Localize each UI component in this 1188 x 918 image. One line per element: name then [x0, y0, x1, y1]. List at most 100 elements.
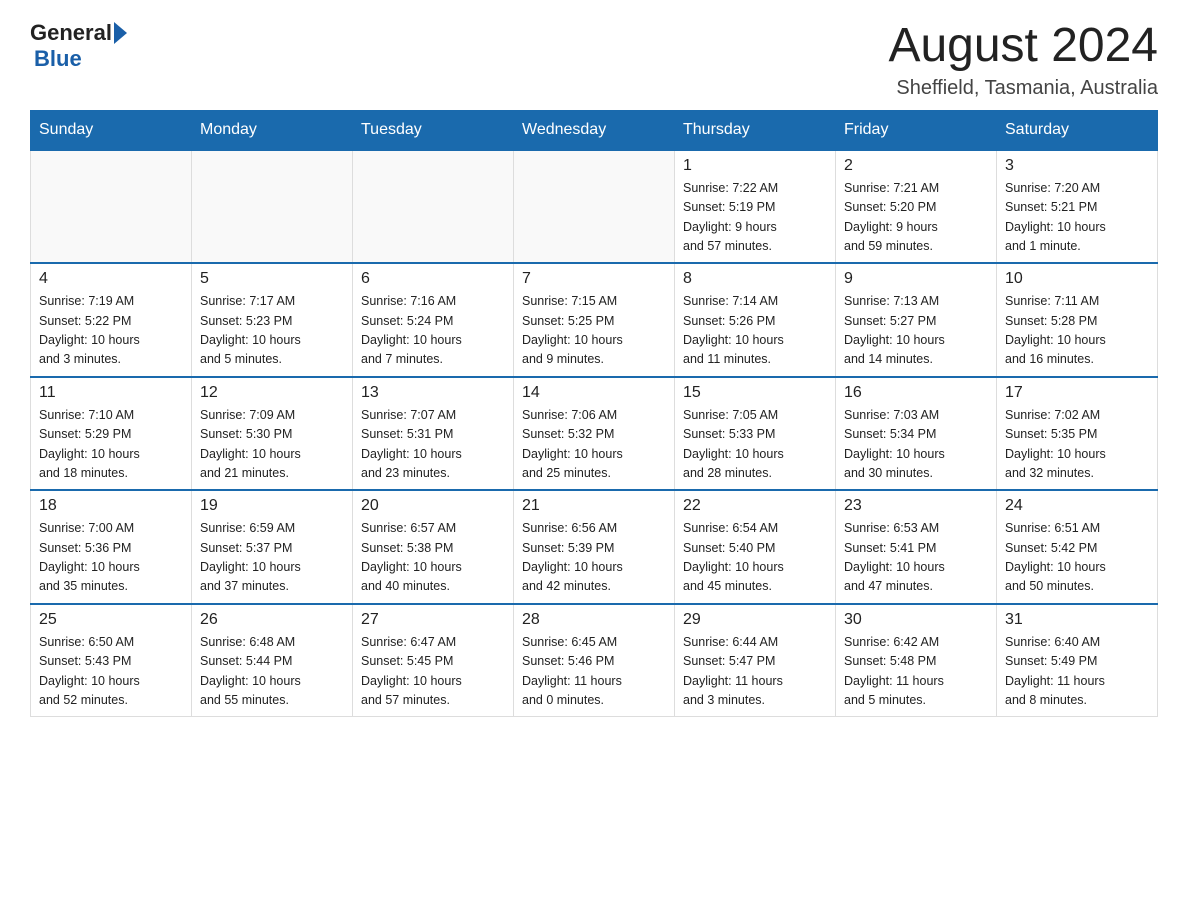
day-number: 23	[844, 497, 988, 515]
day-number: 19	[200, 497, 344, 515]
day-info: Sunrise: 7:07 AM Sunset: 5:31 PM Dayligh…	[361, 406, 505, 484]
day-info: Sunrise: 7:09 AM Sunset: 5:30 PM Dayligh…	[200, 406, 344, 484]
calendar-week-2: 4 Sunrise: 7:19 AM Sunset: 5:22 PM Daylig…	[31, 263, 1158, 377]
day-info: Sunrise: 6:57 AM Sunset: 5:38 PM Dayligh…	[361, 519, 505, 597]
calendar-cell: 25 Sunrise: 6:50 AM Sunset: 5:43 PM Dayli…	[31, 604, 192, 717]
month-year-title: August 2024	[888, 20, 1158, 73]
day-info: Sunrise: 7:22 AM Sunset: 5:19 PM Dayligh…	[683, 179, 827, 257]
day-number: 28	[522, 611, 666, 629]
day-info: Sunrise: 6:56 AM Sunset: 5:39 PM Dayligh…	[522, 519, 666, 597]
calendar-cell: 11Sunrise: 7:10 AM Sunset: 5:29 PM Dayli…	[31, 377, 192, 491]
day-info: Sunrise: 7:19 AM Sunset: 5:22 PM Dayligh…	[39, 292, 183, 370]
day-info: Sunrise: 6:48 AM Sunset: 5:44 PM Dayligh…	[200, 633, 344, 711]
day-info: Sunrise: 7:21 AM Sunset: 5:20 PM Dayligh…	[844, 179, 988, 257]
day-info: Sunrise: 7:05 AM Sunset: 5:33 PM Dayligh…	[683, 406, 827, 484]
day-number: 13	[361, 384, 505, 402]
day-number: 30	[844, 611, 988, 629]
logo-general-text: General	[30, 20, 112, 46]
day-info: Sunrise: 7:02 AM Sunset: 5:35 PM Dayligh…	[1005, 406, 1149, 484]
day-info: Sunrise: 6:44 AM Sunset: 5:47 PM Dayligh…	[683, 633, 827, 711]
day-number: 31	[1005, 611, 1149, 629]
day-number: 5	[200, 270, 344, 288]
calendar-week-3: 11Sunrise: 7:10 AM Sunset: 5:29 PM Dayli…	[31, 377, 1158, 491]
calendar-cell: 10 Sunrise: 7:11 AM Sunset: 5:28 PM Dayli…	[997, 263, 1158, 377]
day-number: 14	[522, 384, 666, 402]
weekday-header-thursday: Thursday	[675, 110, 836, 150]
calendar-cell: 21 Sunrise: 6:56 AM Sunset: 5:39 PM Dayli…	[514, 490, 675, 604]
calendar-week-5: 25 Sunrise: 6:50 AM Sunset: 5:43 PM Dayli…	[31, 604, 1158, 717]
day-info: Sunrise: 6:47 AM Sunset: 5:45 PM Dayligh…	[361, 633, 505, 711]
day-info: Sunrise: 7:14 AM Sunset: 5:26 PM Dayligh…	[683, 292, 827, 370]
day-number: 8	[683, 270, 827, 288]
calendar-cell: 16Sunrise: 7:03 AM Sunset: 5:34 PM Dayli…	[836, 377, 997, 491]
day-number: 1	[683, 157, 827, 175]
calendar-cell: 2 Sunrise: 7:21 AM Sunset: 5:20 PM Daylig…	[836, 150, 997, 264]
weekday-header-monday: Monday	[192, 110, 353, 150]
day-number: 26	[200, 611, 344, 629]
day-number: 11	[39, 384, 183, 402]
calendar-cell: 3Sunrise: 7:20 AM Sunset: 5:21 PM Daylig…	[997, 150, 1158, 264]
day-info: Sunrise: 6:45 AM Sunset: 5:46 PM Dayligh…	[522, 633, 666, 711]
day-number: 25	[39, 611, 183, 629]
day-info: Sunrise: 7:00 AM Sunset: 5:36 PM Dayligh…	[39, 519, 183, 597]
calendar-cell: 30 Sunrise: 6:42 AM Sunset: 5:48 PM Dayli…	[836, 604, 997, 717]
day-info: Sunrise: 7:13 AM Sunset: 5:27 PM Dayligh…	[844, 292, 988, 370]
day-info: Sunrise: 6:59 AM Sunset: 5:37 PM Dayligh…	[200, 519, 344, 597]
day-info: Sunrise: 6:50 AM Sunset: 5:43 PM Dayligh…	[39, 633, 183, 711]
day-info: Sunrise: 6:42 AM Sunset: 5:48 PM Dayligh…	[844, 633, 988, 711]
day-number: 10	[1005, 270, 1149, 288]
day-info: Sunrise: 7:15 AM Sunset: 5:25 PM Dayligh…	[522, 292, 666, 370]
day-info: Sunrise: 7:06 AM Sunset: 5:32 PM Dayligh…	[522, 406, 666, 484]
day-number: 16	[844, 384, 988, 402]
day-number: 6	[361, 270, 505, 288]
day-number: 4	[39, 270, 183, 288]
calendar-cell	[192, 150, 353, 264]
calendar-cell: 20 Sunrise: 6:57 AM Sunset: 5:38 PM Dayli…	[353, 490, 514, 604]
logo-blue-text: Blue	[34, 46, 82, 72]
day-number: 29	[683, 611, 827, 629]
calendar-cell: 27 Sunrise: 6:47 AM Sunset: 5:45 PM Dayli…	[353, 604, 514, 717]
day-info: Sunrise: 6:54 AM Sunset: 5:40 PM Dayligh…	[683, 519, 827, 597]
weekday-header-wednesday: Wednesday	[514, 110, 675, 150]
calendar-header-row: SundayMondayTuesdayWednesdayThursdayFrid…	[31, 110, 1158, 150]
day-number: 20	[361, 497, 505, 515]
calendar-cell: 28 Sunrise: 6:45 AM Sunset: 5:46 PM Dayli…	[514, 604, 675, 717]
weekday-header-saturday: Saturday	[997, 110, 1158, 150]
logo: General Blue	[30, 20, 127, 72]
day-number: 18	[39, 497, 183, 515]
weekday-header-tuesday: Tuesday	[353, 110, 514, 150]
logo-arrow-icon	[114, 22, 127, 44]
calendar-cell: 9Sunrise: 7:13 AM Sunset: 5:27 PM Daylig…	[836, 263, 997, 377]
day-number: 3	[1005, 157, 1149, 175]
day-info: Sunrise: 6:51 AM Sunset: 5:42 PM Dayligh…	[1005, 519, 1149, 597]
calendar-cell: 24Sunrise: 6:51 AM Sunset: 5:42 PM Dayli…	[997, 490, 1158, 604]
calendar-week-1: 1 Sunrise: 7:22 AM Sunset: 5:19 PM Daylig…	[31, 150, 1158, 264]
calendar-cell: 19 Sunrise: 6:59 AM Sunset: 5:37 PM Dayli…	[192, 490, 353, 604]
calendar-cell: 22Sunrise: 6:54 AM Sunset: 5:40 PM Dayli…	[675, 490, 836, 604]
calendar-cell: 13 Sunrise: 7:07 AM Sunset: 5:31 PM Dayli…	[353, 377, 514, 491]
calendar-cell	[514, 150, 675, 264]
calendar-cell: 5 Sunrise: 7:17 AM Sunset: 5:23 PM Daylig…	[192, 263, 353, 377]
calendar-cell: 8 Sunrise: 7:14 AM Sunset: 5:26 PM Daylig…	[675, 263, 836, 377]
day-number: 21	[522, 497, 666, 515]
day-number: 2	[844, 157, 988, 175]
page-header: General Blue August 2024 Sheffield, Tasm…	[30, 20, 1158, 100]
calendar-cell: 4 Sunrise: 7:19 AM Sunset: 5:22 PM Daylig…	[31, 263, 192, 377]
day-number: 15	[683, 384, 827, 402]
day-info: Sunrise: 7:16 AM Sunset: 5:24 PM Dayligh…	[361, 292, 505, 370]
weekday-header-sunday: Sunday	[31, 110, 192, 150]
calendar-cell: 29 Sunrise: 6:44 AM Sunset: 5:47 PM Dayli…	[675, 604, 836, 717]
day-info: Sunrise: 6:53 AM Sunset: 5:41 PM Dayligh…	[844, 519, 988, 597]
day-number: 17	[1005, 384, 1149, 402]
day-number: 27	[361, 611, 505, 629]
day-info: Sunrise: 7:11 AM Sunset: 5:28 PM Dayligh…	[1005, 292, 1149, 370]
day-info: Sunrise: 7:17 AM Sunset: 5:23 PM Dayligh…	[200, 292, 344, 370]
calendar-cell: 23 Sunrise: 6:53 AM Sunset: 5:41 PM Dayli…	[836, 490, 997, 604]
calendar-cell: 1 Sunrise: 7:22 AM Sunset: 5:19 PM Daylig…	[675, 150, 836, 264]
calendar-cell: 15 Sunrise: 7:05 AM Sunset: 5:33 PM Dayli…	[675, 377, 836, 491]
calendar-cell: 31Sunrise: 6:40 AM Sunset: 5:49 PM Dayli…	[997, 604, 1158, 717]
title-area: August 2024 Sheffield, Tasmania, Austral…	[888, 20, 1158, 100]
calendar-cell: 17 Sunrise: 7:02 AM Sunset: 5:35 PM Dayli…	[997, 377, 1158, 491]
calendar-cell: 14 Sunrise: 7:06 AM Sunset: 5:32 PM Dayli…	[514, 377, 675, 491]
calendar-cell	[31, 150, 192, 264]
